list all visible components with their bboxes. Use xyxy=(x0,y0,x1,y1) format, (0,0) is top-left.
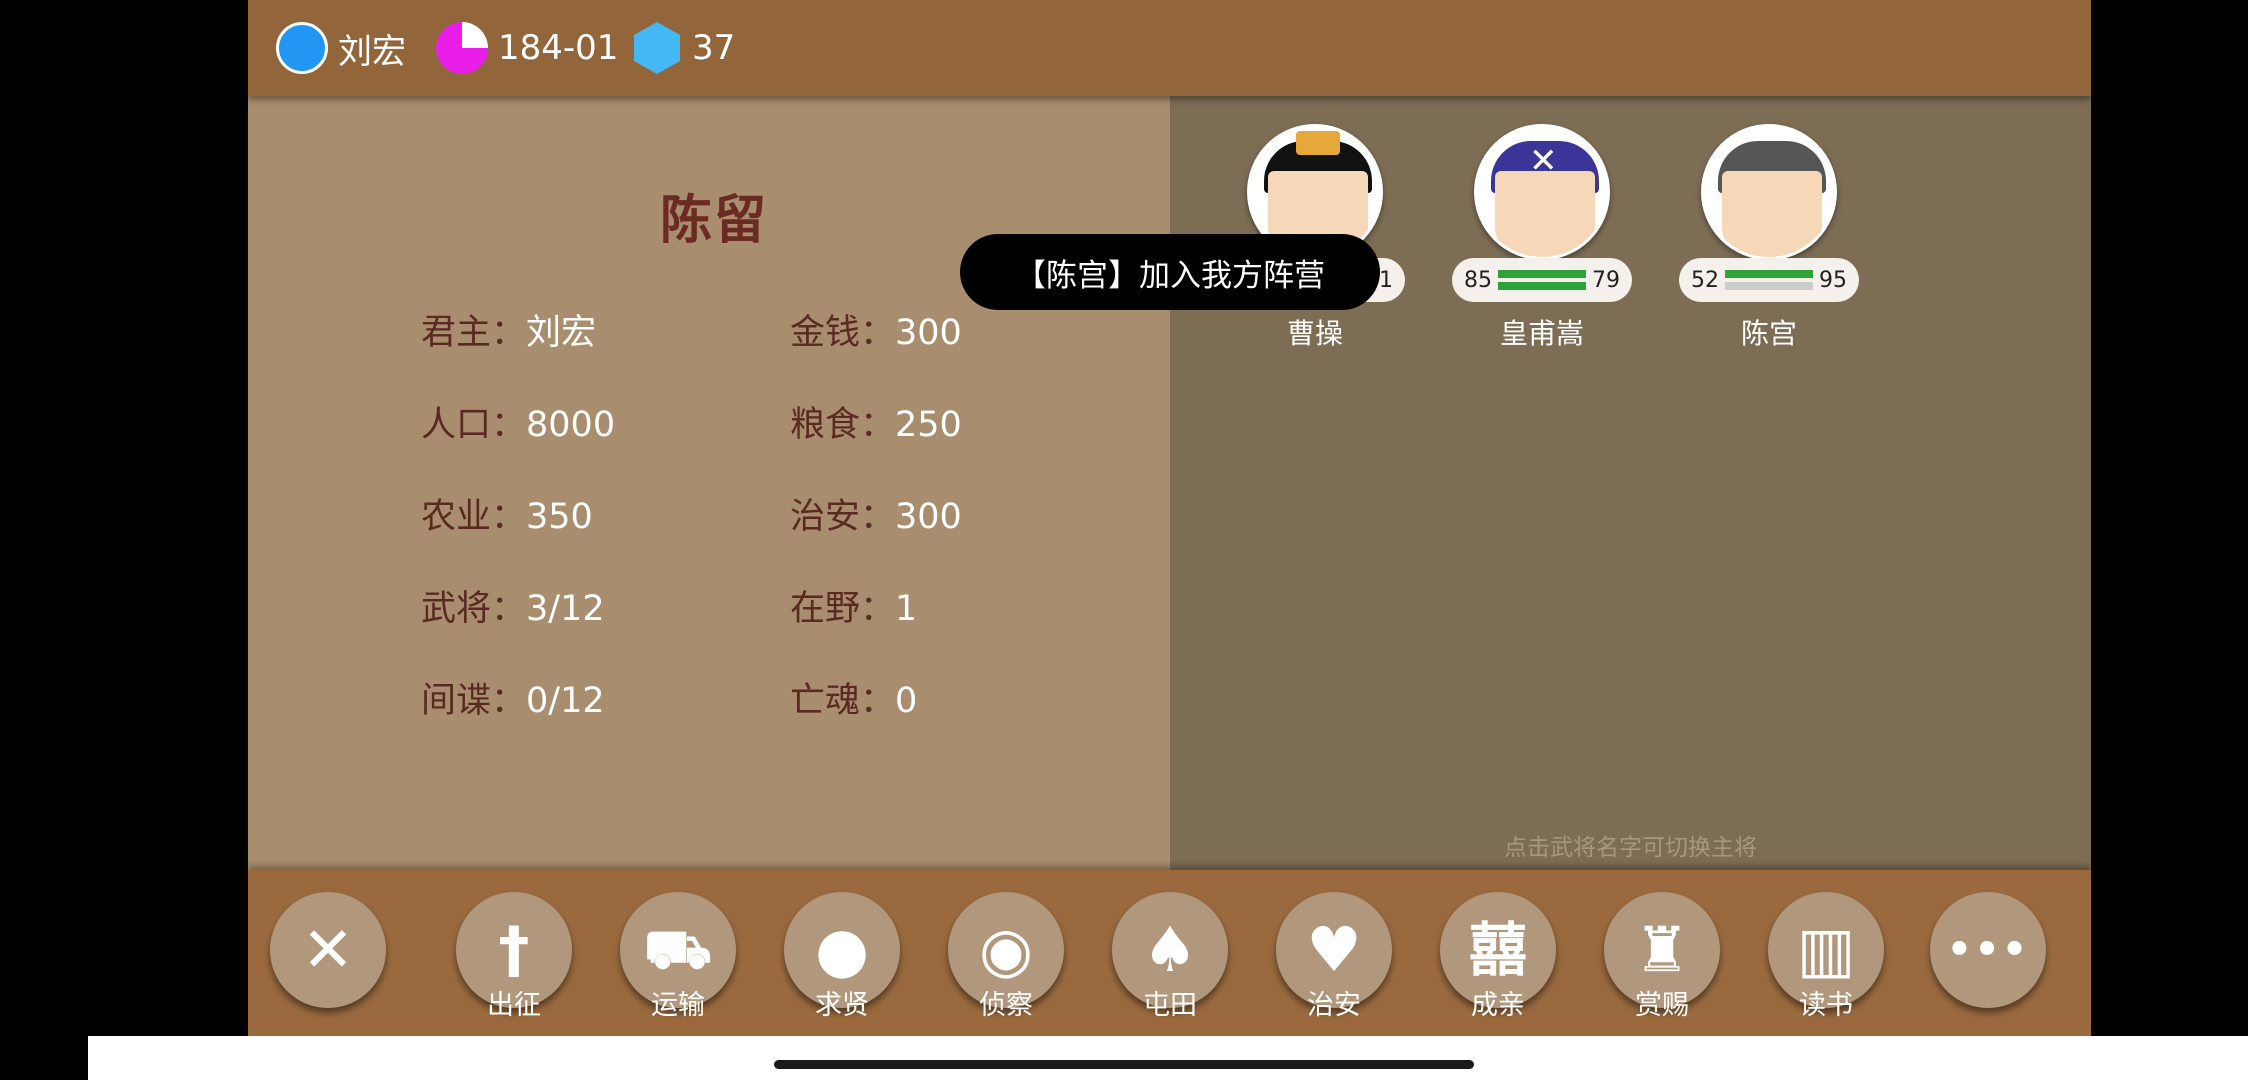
stat-ruler: 君主：刘宏 xyxy=(421,313,597,353)
general-name[interactable]: 陈宫 xyxy=(1674,312,1864,352)
stat-food: 粮食：250 xyxy=(790,405,962,445)
join-toast: 【陈宫】加入我方阵营 xyxy=(960,234,1380,310)
ruler-name: 刘宏 xyxy=(338,31,406,72)
calendar-pie-icon xyxy=(436,22,488,74)
general-card[interactable]: ✕ 85 79 皇甫嵩 xyxy=(1447,124,1637,352)
marry-button[interactable]: 囍 成亲 xyxy=(1440,892,1556,1021)
marry-label: 成亲 xyxy=(1471,990,1525,1021)
recruit-label: 求贤 xyxy=(815,990,869,1021)
system-nav-area xyxy=(88,1036,2248,1080)
stat-souls: 亡魂：0 xyxy=(790,681,918,721)
general-portrait[interactable]: ✕ xyxy=(1474,124,1610,260)
more-button[interactable]: ••• xyxy=(1930,892,2046,1008)
stat-gold: 金钱：300 xyxy=(790,313,962,353)
general-name[interactable]: 曹操 xyxy=(1220,312,1410,352)
scout-label: 侦察 xyxy=(979,990,1033,1021)
double-happiness-icon: 囍 xyxy=(1468,916,1527,984)
reward-button[interactable]: ♜ 赏赐 xyxy=(1604,892,1720,1021)
farm-button[interactable]: ♠ 屯田 xyxy=(1112,892,1228,1021)
city-name: 陈留 xyxy=(660,191,769,251)
more-icon: ••• xyxy=(1946,927,2030,973)
wheat-icon: ♠ xyxy=(1142,913,1198,986)
stat-spies: 间谍：0/12 xyxy=(421,681,605,721)
game-frame: 刘宏 184-01 37 陈留 君主：刘宏 金钱：300 人口：8000 粮食：… xyxy=(248,0,2091,1036)
stat-population: 人口：8000 xyxy=(421,405,616,445)
switch-general-hint: 点击武将名字可切换主将 xyxy=(1504,835,1757,861)
gem-indicator[interactable]: 37 xyxy=(634,0,735,96)
crown-shape xyxy=(1296,131,1340,155)
ruler-indicator[interactable]: 刘宏 xyxy=(276,0,406,96)
general-portrait[interactable] xyxy=(1701,124,1837,260)
transport-label: 运输 xyxy=(651,990,705,1021)
stat-security: 治安：300 xyxy=(790,497,962,537)
stat-agriculture: 农业：350 xyxy=(421,497,593,537)
globe-icon xyxy=(276,22,328,74)
date-text: 184-01 xyxy=(498,28,619,68)
close-icon: ✕ xyxy=(302,913,354,986)
tower-icon: ♜ xyxy=(1634,913,1690,986)
cart-icon: ⛟ xyxy=(644,918,712,981)
read-button[interactable]: ▥ 读书 xyxy=(1768,892,1884,1021)
face-shape xyxy=(1495,171,1595,257)
city-info-panel: 陈留 君主：刘宏 金钱：300 人口：8000 粮食：250 农业：350 治安… xyxy=(248,96,1170,870)
general-stat-pill: 85 79 xyxy=(1452,258,1632,302)
reward-label: 赏赐 xyxy=(1635,990,1689,1021)
scout-button[interactable]: ◉ 侦察 xyxy=(948,892,1064,1021)
face-shape xyxy=(1722,171,1822,257)
march-label: 出征 xyxy=(487,990,541,1021)
shield-icon: ♥ xyxy=(1306,913,1362,986)
hexagon-gem-icon xyxy=(634,22,680,74)
security-label: 治安 xyxy=(1307,990,1361,1021)
book-icon: ▥ xyxy=(1796,913,1856,986)
home-indicator[interactable] xyxy=(774,1060,1474,1069)
date-indicator: 184-01 xyxy=(436,0,618,96)
sword-icon: † xyxy=(498,913,530,986)
stat-wild: 在野：1 xyxy=(790,589,918,629)
generals-panel: 91 曹操 ✕ 85 79 皇甫嵩 52 xyxy=(1170,96,2091,870)
march-button[interactable]: † 出征 xyxy=(456,892,572,1021)
general-name[interactable]: 皇甫嵩 xyxy=(1447,312,1637,352)
recruit-button[interactable]: ● 求贤 xyxy=(784,892,900,1021)
cross-emblem-icon: ✕ xyxy=(1529,141,1558,181)
gem-count: 37 xyxy=(692,28,736,68)
general-card[interactable]: 52 95 陈宫 xyxy=(1674,124,1864,352)
stat-generals: 武将：3/12 xyxy=(421,589,605,629)
farm-label: 屯田 xyxy=(1143,990,1197,1021)
close-button[interactable]: ✕ xyxy=(270,892,386,1008)
person-icon: ● xyxy=(814,913,870,986)
eye-icon: ◉ xyxy=(978,913,1034,986)
security-button[interactable]: ♥ 治安 xyxy=(1276,892,1392,1021)
action-bar: ✕ † 出征 ⛟ 运输 ● 求贤 ◉ 侦察 ♠ 屯田 ♥ 治安 囍 成亲 ♜ 赏… xyxy=(248,870,2091,1036)
top-status-bar: 刘宏 184-01 37 xyxy=(248,0,2091,96)
read-label: 读书 xyxy=(1799,990,1853,1021)
general-stat-pill: 52 95 xyxy=(1679,258,1859,302)
transport-button[interactable]: ⛟ 运输 xyxy=(620,892,736,1021)
